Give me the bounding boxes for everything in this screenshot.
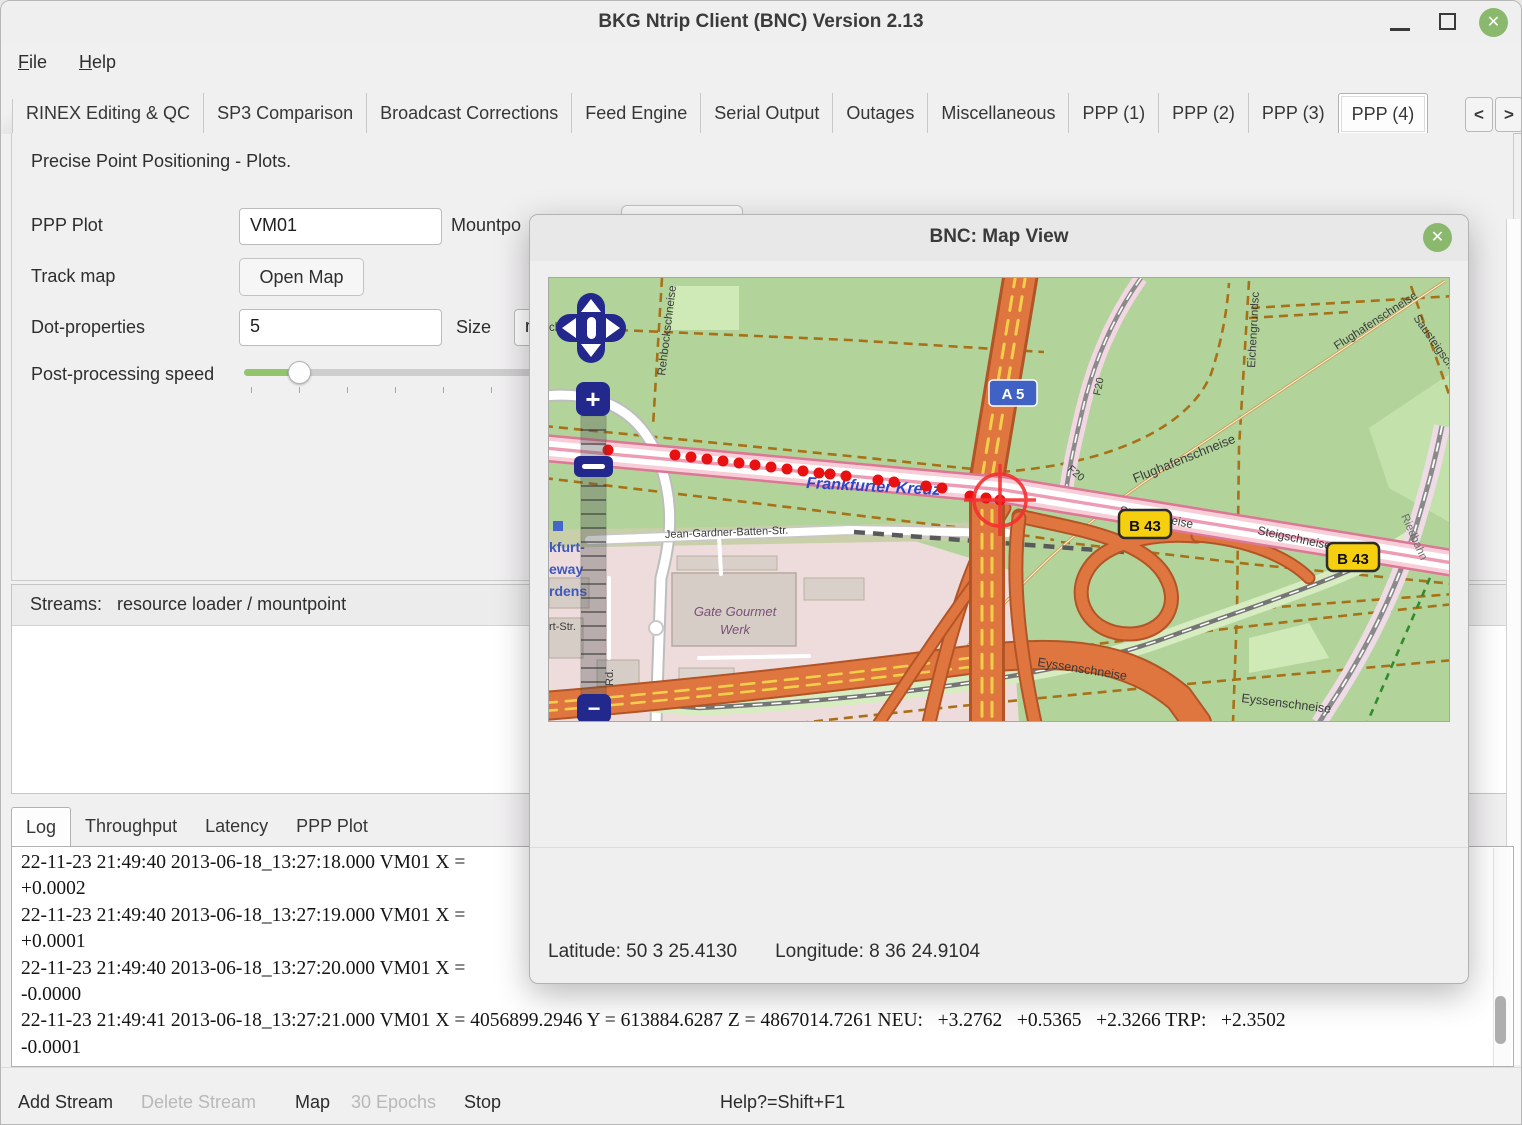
- tab-outages[interactable]: Outages: [832, 93, 927, 134]
- post-speed-label: Post-processing speed: [31, 364, 214, 385]
- tab-feed-engine[interactable]: Feed Engine: [571, 93, 700, 134]
- tab-miscellaneous[interactable]: Miscellaneous: [927, 93, 1068, 134]
- dialog-close-icon[interactable]: ✕: [1423, 223, 1452, 252]
- map-label-gateway: eway: [549, 561, 583, 577]
- tab-log[interactable]: Log: [11, 807, 71, 846]
- slider-tick: [347, 387, 348, 393]
- window-title: BKG Ntrip Client (BNC) Version 2.13: [1, 11, 1521, 33]
- map-label-gate-gourmet: Gate Gourmet: [694, 604, 778, 619]
- post-speed-slider-handle[interactable]: [288, 361, 311, 384]
- zoom-in-icon[interactable]: +: [585, 384, 600, 414]
- tab-ppp-1[interactable]: PPP (1): [1068, 93, 1158, 134]
- help-hint: Help?=Shift+F1: [720, 1092, 845, 1113]
- log-line: 22-11-23 21:49:41 2013-06-18_13:27:21.00…: [21, 1008, 1286, 1034]
- svg-text:B 43: B 43: [1337, 551, 1369, 568]
- b43-road-sign: B 43: [1119, 510, 1171, 538]
- log-line: -0.0000: [21, 982, 1286, 1008]
- slider-tick: [299, 387, 300, 393]
- open-map-button[interactable]: Open Map: [239, 258, 364, 296]
- menu-bar: File Help: [1, 45, 1521, 87]
- ppp-plot-label: PPP Plot: [31, 215, 103, 236]
- tab-sp3-comparison[interactable]: SP3 Comparison: [203, 93, 366, 134]
- tab-scroll-right-icon[interactable]: >: [1495, 97, 1522, 132]
- title-bar[interactable]: BKG Ntrip Client (BNC) Version 2.13 ✕: [1, 1, 1521, 45]
- log-scrollbar[interactable]: [1493, 848, 1511, 1066]
- map-label-gateway: kfurt-: [549, 539, 585, 555]
- tab-latency[interactable]: Latency: [191, 807, 282, 846]
- tab-ppp-4[interactable]: PPP (4): [1338, 93, 1429, 135]
- slider-tick: [251, 387, 252, 393]
- tab-partial-left[interactable]: [1, 99, 13, 134]
- tab-throughput[interactable]: Throughput: [71, 807, 191, 846]
- page-title: Precise Point Positioning - Plots.: [31, 151, 291, 172]
- dialog-title: BNC: Map View: [530, 226, 1468, 248]
- tab-rinex-editing[interactable]: RINEX Editing & QC: [13, 93, 203, 134]
- maximize-icon[interactable]: [1439, 13, 1456, 30]
- map-canvas[interactable]: Rehbockschneise neise ch Eichengrundsc F…: [548, 277, 1450, 722]
- slider-tick: [491, 387, 492, 393]
- bottom-tab-bar: Log Throughput Latency PPP Plot: [11, 807, 382, 846]
- a5-road-sign: A 5: [989, 380, 1037, 406]
- menu-help[interactable]: Help: [79, 52, 116, 73]
- size-label: Size: [456, 317, 491, 338]
- dialog-title-bar[interactable]: BNC: Map View ✕: [530, 215, 1468, 261]
- slider-tick: [443, 387, 444, 393]
- minimize-icon[interactable]: [1390, 28, 1410, 31]
- stop-button[interactable]: Stop: [464, 1092, 501, 1113]
- tab-broadcast-corrections[interactable]: Broadcast Corrections: [366, 93, 571, 134]
- tab-ppp-2[interactable]: PPP (2): [1158, 93, 1248, 134]
- tab-scroll-left-icon[interactable]: <: [1465, 97, 1493, 132]
- map-label-gate-gourmet: Werk: [720, 622, 752, 637]
- zoom-out-icon[interactable]: −: [588, 696, 601, 721]
- svg-text:A 5: A 5: [1002, 386, 1025, 403]
- app-window: BKG Ntrip Client (BNC) Version 2.13 ✕ Fi…: [0, 0, 1522, 1125]
- dialog-separator: [530, 847, 1468, 848]
- log-scrollbar-thumb[interactable]: [1495, 996, 1506, 1044]
- tab-serial-output[interactable]: Serial Output: [700, 93, 832, 134]
- map-view-dialog[interactable]: BNC: Map View ✕: [529, 214, 1469, 984]
- map-label: rt-Str.: [549, 621, 576, 633]
- dot-properties-input[interactable]: 5: [239, 309, 442, 346]
- ppp-plot-input[interactable]: VM01: [239, 208, 442, 245]
- svg-text:B 43: B 43: [1129, 518, 1161, 535]
- tab-bar: RINEX Editing & QC SP3 Comparison Broadc…: [1, 93, 1521, 134]
- map-image: Rehbockschneise neise ch Eichengrundsc F…: [549, 278, 1450, 722]
- parking-icon: [553, 521, 563, 531]
- b43-road-sign: B 43: [1327, 543, 1379, 571]
- slider-tick: [395, 387, 396, 393]
- track-map-label: Track map: [31, 266, 115, 287]
- dot-properties-label: Dot-properties: [31, 317, 145, 338]
- delete-stream-button: Delete Stream: [141, 1092, 256, 1113]
- menu-file[interactable]: File: [18, 52, 47, 73]
- close-icon[interactable]: ✕: [1479, 8, 1508, 37]
- map-button[interactable]: Map: [295, 1092, 330, 1113]
- latitude-value: Latitude: 50 3 25.4130: [548, 941, 737, 962]
- epochs-button: 30 Epochs: [351, 1092, 436, 1113]
- bottom-toolbar: Add Stream Delete Stream Map 30 Epochs S…: [1, 1067, 1521, 1125]
- longitude-value: Longitude: 8 36 24.9104: [775, 941, 980, 962]
- coordinate-readout: Latitude: 50 3 25.4130 Longitude: 8 36 24…: [548, 941, 1018, 963]
- add-stream-button[interactable]: Add Stream: [18, 1092, 113, 1113]
- mountpoint-label: Mountpo: [451, 215, 521, 236]
- tab-ppp-plot[interactable]: PPP Plot: [282, 807, 382, 846]
- log-line: -0.0001: [21, 1035, 1286, 1061]
- tab-ppp-3[interactable]: PPP (3): [1248, 93, 1338, 134]
